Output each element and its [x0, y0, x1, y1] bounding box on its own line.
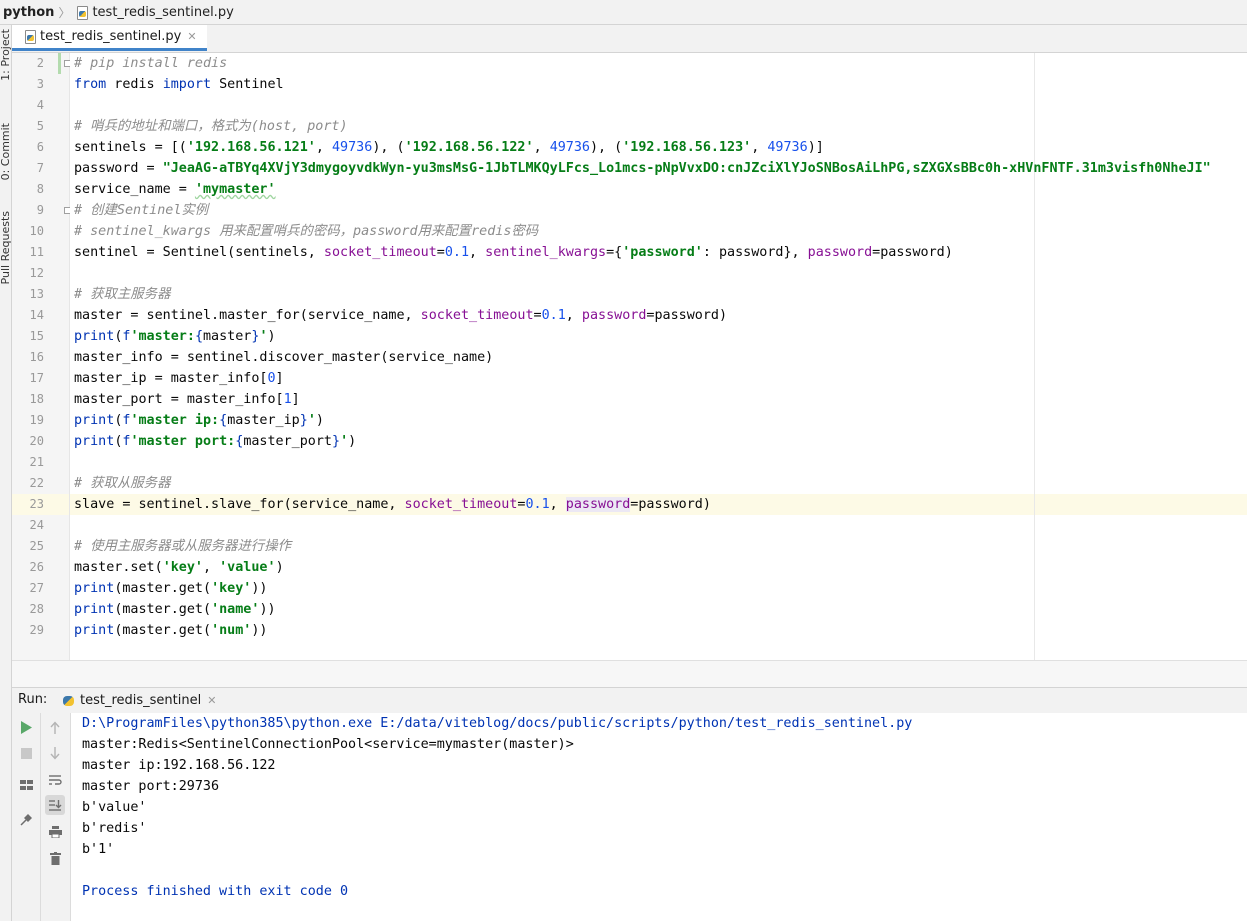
code-line[interactable]: print(f'master:{master}') — [74, 326, 276, 347]
line-number[interactable]: 4 — [12, 98, 44, 112]
line-number[interactable]: 11 — [12, 245, 44, 259]
trash-icon[interactable] — [45, 848, 65, 868]
code-line[interactable]: print(master.get('num')) — [74, 620, 268, 641]
code-line[interactable]: # 使用主服务器或从服务器进行操作 — [74, 536, 291, 557]
chevron-right-icon: 〉 — [58, 5, 71, 20]
project-tool-tab[interactable]: 1: Project — [0, 29, 12, 81]
breadcrumb: python 〉 test_redis_sentinel.py — [0, 0, 1247, 25]
editor-tab-label: test_redis_sentinel.py — [40, 29, 182, 44]
editor-tab-bar: test_redis_sentinel.py ✕ — [12, 25, 1247, 53]
run-console-output[interactable]: D:\ProgramFiles\python385\python.exe E:/… — [71, 713, 1247, 921]
line-number[interactable]: 27 — [12, 581, 44, 595]
line-number[interactable]: 15 — [12, 329, 44, 343]
line-number[interactable]: 8 — [12, 182, 44, 196]
line-number[interactable]: 3 — [12, 77, 44, 91]
line-number[interactable]: 25 — [12, 539, 44, 553]
code-line[interactable]: master_ip = master_info[0] — [74, 368, 284, 389]
left-tool-strip: 1: Project 0: Commit Pull Requests — [0, 25, 12, 921]
breadcrumb-project[interactable]: python — [3, 5, 54, 20]
print-icon[interactable] — [45, 822, 65, 842]
scroll-to-end-icon[interactable] — [45, 795, 65, 815]
code-line[interactable]: master_info = sentinel.discover_master(s… — [74, 347, 493, 368]
line-number[interactable]: 5 — [12, 119, 44, 133]
layout-icon[interactable] — [16, 775, 36, 795]
stop-icon[interactable] — [16, 743, 36, 763]
console-line: Process finished with exit code 0 — [82, 884, 349, 899]
console-line: master port:29736 — [82, 779, 220, 794]
code-line[interactable]: # 哨兵的地址和端口，格式为(host, port) — [74, 116, 348, 137]
line-number[interactable]: 23 — [12, 497, 44, 511]
pin-icon[interactable] — [16, 809, 36, 829]
code-line[interactable]: slave = sentinel.slave_for(service_name,… — [74, 494, 711, 515]
code-line[interactable]: master.set('key', 'value') — [74, 557, 284, 578]
commit-tool-tab[interactable]: 0: Commit — [0, 123, 12, 180]
line-number[interactable]: 28 — [12, 602, 44, 616]
editor-bottom-area — [12, 660, 1247, 688]
run-label: Run: — [18, 692, 48, 707]
line-number[interactable]: 21 — [12, 455, 44, 469]
line-number[interactable]: 7 — [12, 161, 44, 175]
line-number[interactable]: 16 — [12, 350, 44, 364]
run-panel-header: Run: test_redis_sentinel ✕ — [12, 687, 1247, 714]
down-arrow-icon[interactable] — [45, 743, 65, 763]
line-number[interactable]: 18 — [12, 392, 44, 406]
code-line[interactable]: sentinels = [('192.168.56.121', 49736), … — [74, 137, 824, 158]
line-number[interactable]: 29 — [12, 623, 44, 637]
line-number[interactable]: 20 — [12, 434, 44, 448]
code-line[interactable]: # sentinel_kwargs 用来配置哨兵的密码，password用来配置… — [74, 221, 538, 242]
console-line: b'redis' — [82, 821, 147, 836]
console-line: b'value' — [82, 800, 147, 815]
console-line: b'1' — [82, 842, 115, 857]
code-line[interactable]: # pip install redis — [74, 53, 227, 74]
line-number[interactable]: 9 — [12, 203, 44, 217]
line-number-gutter[interactable]: 2 3 4 5 6 7 8 9 10 11 12 13 14 15 16 17 18 19 20 21 22 23 24 25… — [12, 53, 71, 660]
close-icon[interactable]: ✕ — [187, 30, 196, 43]
line-number[interactable]: 6 — [12, 140, 44, 154]
run-tab-label: test_redis_sentinel — [80, 693, 202, 708]
right-margin-guide — [1034, 53, 1035, 660]
line-number[interactable]: 24 — [12, 518, 44, 532]
console-line: D:\ProgramFiles\python385\python.exe E:/… — [82, 716, 913, 731]
editor-tab[interactable]: test_redis_sentinel.py ✕ — [12, 25, 207, 51]
code-editor[interactable]: # pip install redis from redis import Sen… — [70, 53, 1247, 660]
run-toolbar-primary — [12, 713, 41, 921]
line-number[interactable]: 14 — [12, 308, 44, 322]
code-line[interactable]: sentinel = Sentinel(sentinels, socket_ti… — [74, 242, 953, 263]
code-line[interactable]: print(master.get('key')) — [74, 578, 268, 599]
code-line[interactable]: master_port = master_info[1] — [74, 389, 300, 410]
code-line[interactable]: # 获取主服务器 — [74, 284, 170, 305]
run-toolbar-secondary — [41, 713, 71, 921]
code-line[interactable]: # 创建Sentinel实例 — [74, 200, 208, 221]
python-file-icon — [76, 5, 89, 20]
code-line[interactable]: master = sentinel.master_for(service_nam… — [74, 305, 727, 326]
line-number[interactable]: 13 — [12, 287, 44, 301]
console-line: master:Redis<SentinelConnectionPool<serv… — [82, 737, 574, 752]
close-icon[interactable]: ✕ — [207, 694, 216, 707]
line-number[interactable]: 2 — [12, 56, 44, 70]
vcs-change-marker — [58, 53, 61, 74]
pull-requests-tool-tab[interactable]: Pull Requests — [0, 211, 12, 284]
python-file-icon — [24, 30, 36, 44]
code-line[interactable]: print(master.get('name')) — [74, 599, 276, 620]
code-line[interactable]: print(f'master ip:{master_ip}') — [74, 410, 324, 431]
code-line[interactable]: print(f'master port:{master_port}') — [74, 431, 356, 452]
line-number[interactable]: 19 — [12, 413, 44, 427]
line-number[interactable]: 12 — [12, 266, 44, 280]
code-line[interactable]: from redis import Sentinel — [74, 74, 284, 95]
code-line[interactable]: # 获取从服务器 — [74, 473, 170, 494]
code-line[interactable]: service_name = 'mymaster' — [74, 179, 276, 200]
breadcrumb-file[interactable]: test_redis_sentinel.py — [92, 5, 233, 20]
line-number[interactable]: 22 — [12, 476, 44, 490]
line-number[interactable]: 26 — [12, 560, 44, 574]
run-tab[interactable]: test_redis_sentinel ✕ — [62, 688, 216, 713]
line-number[interactable]: 17 — [12, 371, 44, 385]
soft-wrap-icon[interactable] — [45, 770, 65, 790]
run-icon[interactable] — [16, 717, 36, 737]
console-line: master ip:192.168.56.122 — [82, 758, 276, 773]
code-line[interactable]: password = "JeaAG-aTBYq4XVjY3dmygoyvdkWy… — [74, 158, 1211, 179]
python-icon — [62, 694, 75, 707]
line-number[interactable]: 10 — [12, 224, 44, 238]
up-arrow-icon[interactable] — [45, 717, 65, 737]
